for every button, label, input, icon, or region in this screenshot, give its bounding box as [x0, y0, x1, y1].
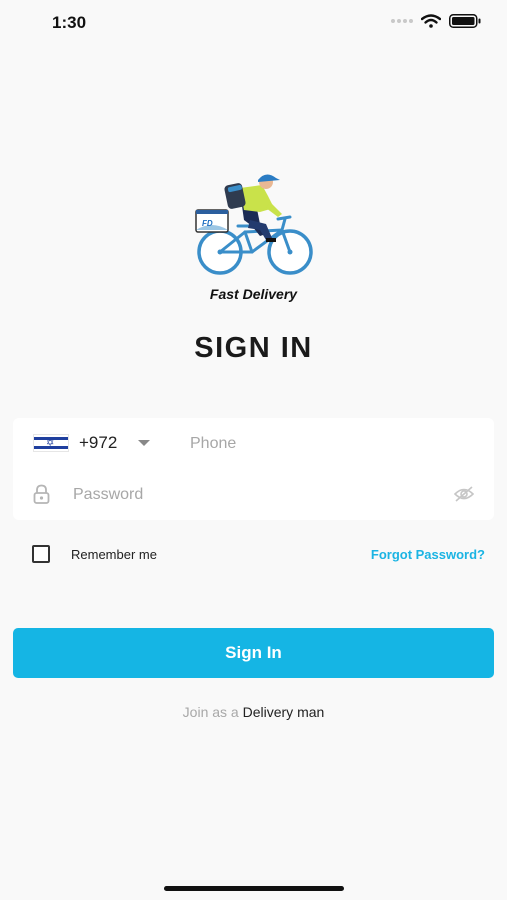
delivery-man-link[interactable]: Delivery man: [243, 704, 325, 720]
country-code[interactable]: +972: [79, 433, 117, 453]
wifi-icon: [421, 14, 441, 28]
chevron-down-icon[interactable]: [138, 440, 150, 446]
join-delivery-man: Join as a Delivery man: [0, 704, 507, 720]
home-indicator: [164, 886, 344, 891]
forgot-password-link[interactable]: Forgot Password?: [371, 547, 485, 562]
remember-me-label: Remember me: [71, 546, 157, 562]
remember-me[interactable]: Remember me: [32, 545, 157, 563]
eye-off-icon[interactable]: [454, 486, 474, 502]
status-icons: [391, 14, 481, 28]
status-bar: 1:30: [0, 0, 507, 46]
password-row: [13, 469, 494, 520]
brand-name: Fast Delivery: [209, 286, 298, 302]
cellular-signal-icon: [391, 19, 413, 23]
join-prefix: Join as a: [182, 704, 239, 720]
lock-icon: [33, 484, 50, 504]
status-time: 1:30: [52, 13, 87, 32]
phone-row: ✡ +972: [13, 418, 494, 469]
remember-me-checkbox[interactable]: [32, 545, 50, 563]
delivery-bike-logo: FD: [195, 174, 313, 275]
logo-badge-text: FD: [202, 219, 213, 228]
israel-flag-icon[interactable]: ✡: [33, 434, 69, 452]
password-input[interactable]: [71, 482, 445, 508]
battery-icon: [449, 14, 481, 28]
sign-in-button[interactable]: Sign In: [13, 628, 494, 678]
login-form-card: ✡ +972: [13, 418, 494, 520]
phone-input[interactable]: [188, 431, 482, 457]
page-title: SIGN IN: [194, 332, 313, 364]
